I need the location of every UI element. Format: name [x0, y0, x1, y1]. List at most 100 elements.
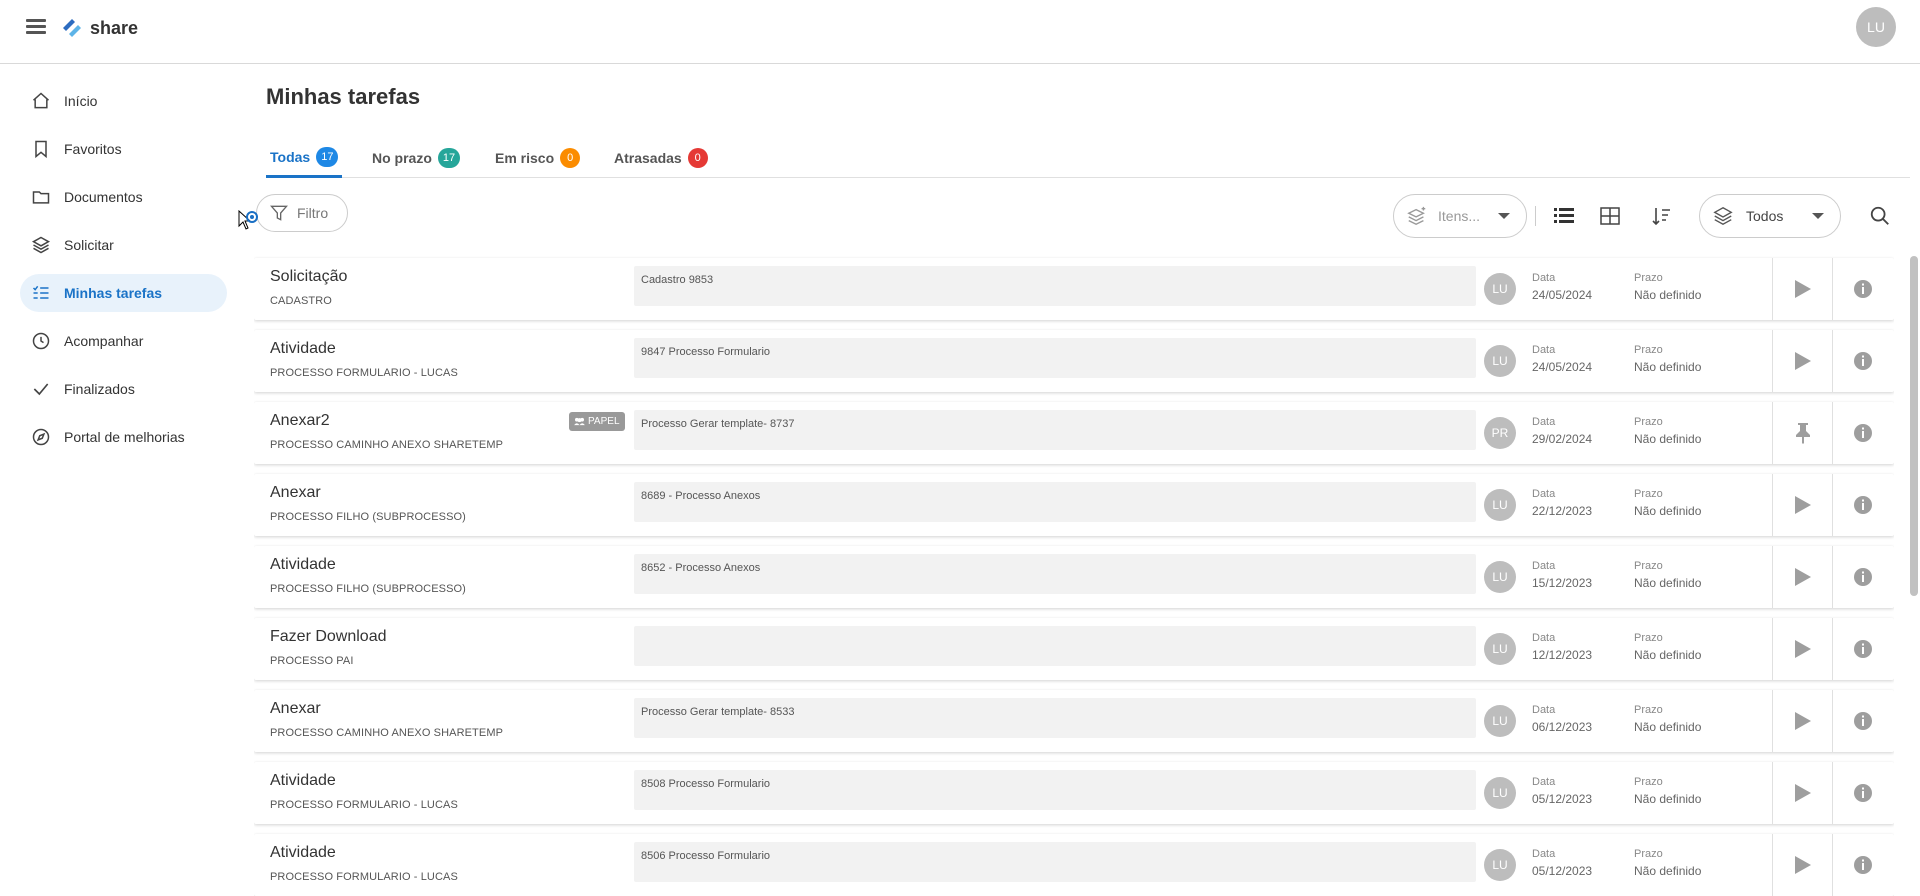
menu-icon[interactable]	[24, 16, 48, 40]
scrollbar[interactable]	[1910, 256, 1918, 596]
sidebar-item-minhas-tarefas[interactable]: Minhas tarefas	[20, 274, 227, 312]
sort-icon[interactable]	[1648, 204, 1674, 228]
info-icon	[1853, 712, 1872, 730]
group-icon	[574, 417, 585, 426]
filter-button[interactable]: Filtro	[256, 194, 348, 232]
play-icon	[1794, 352, 1811, 370]
sidebar-item-label: Minhas tarefas	[64, 285, 163, 301]
assignee-avatar: LU	[1484, 633, 1516, 665]
task-process: PROCESSO FILHO (SUBPROCESSO)	[270, 583, 466, 595]
deadline-value: Não definido	[1634, 432, 1702, 446]
pin-task-button[interactable]	[1772, 402, 1832, 464]
task-info-button[interactable]	[1832, 402, 1892, 464]
task-info-button[interactable]	[1832, 690, 1892, 752]
task-row[interactable]: Solicitação CADASTRO Cadastro 9853 LU Da…	[254, 258, 1894, 320]
task-process: PROCESSO FILHO (SUBPROCESSO)	[270, 511, 466, 523]
task-info-button[interactable]	[1832, 834, 1892, 896]
items-select[interactable]: Itens...	[1393, 194, 1527, 238]
sidebar-item-favoritos[interactable]: Favoritos	[20, 130, 227, 168]
count-badge: 0	[687, 148, 708, 168]
task-row[interactable]: Atividade PROCESSO FORMULARIO - LUCAS 85…	[254, 762, 1894, 824]
app-logo[interactable]: share	[60, 14, 138, 42]
status-tabs: Todas 17 No prazo 17 Em risco 0 Atrasada…	[266, 138, 1910, 178]
scope-select-value: Todos	[1746, 208, 1784, 224]
compass-icon	[30, 426, 52, 448]
task-info-button[interactable]	[1832, 618, 1892, 680]
task-info-button[interactable]	[1832, 474, 1892, 536]
task-row[interactable]: Fazer Download PROCESSO PAI LU Data 12/1…	[254, 618, 1894, 680]
date-value: 12/12/2023	[1532, 648, 1593, 662]
task-list-icon	[30, 282, 52, 304]
task-title: Atividade	[270, 556, 336, 573]
task-description: 8506 Processo Formulario	[634, 842, 1476, 882]
task-row[interactable]: Anexar PROCESSO FILHO (SUBPROCESSO) 8689…	[254, 474, 1894, 536]
page-title: Minhas tarefas	[266, 84, 421, 109]
start-task-button[interactable]	[1772, 474, 1832, 536]
tab-atrasadas[interactable]: Atrasadas 0	[610, 138, 712, 178]
task-description: Cadastro 9853	[634, 266, 1476, 306]
scope-select[interactable]: Todos	[1699, 194, 1841, 238]
play-icon	[1794, 712, 1811, 730]
list-view-icon[interactable]	[1551, 204, 1577, 228]
sidebar-item-acompanhar[interactable]: Acompanhar	[20, 322, 227, 360]
info-icon	[1853, 352, 1872, 370]
tab-em-risco[interactable]: Em risco 0	[491, 138, 584, 178]
task-title: Anexar2	[270, 412, 330, 429]
start-task-button[interactable]	[1772, 258, 1832, 320]
task-row[interactable]: Atividade PROCESSO FORMULARIO - LUCAS 98…	[254, 330, 1894, 392]
start-task-button[interactable]	[1772, 762, 1832, 824]
sidebar-item-label: Favoritos	[64, 141, 122, 157]
deadline-label: Prazo	[1634, 704, 1663, 716]
info-icon	[1853, 856, 1872, 874]
sidebar-item-documentos[interactable]: Documentos	[20, 178, 227, 216]
date-label: Data	[1532, 416, 1556, 428]
filter-icon	[270, 205, 288, 221]
check-icon	[30, 378, 52, 400]
task-info-button[interactable]	[1832, 546, 1892, 608]
sidebar-item-solicitar[interactable]: Solicitar	[20, 226, 227, 264]
sidebar-item-inicio[interactable]: Início	[20, 82, 227, 120]
start-task-button[interactable]	[1772, 330, 1832, 392]
search-icon[interactable]	[1866, 202, 1894, 230]
task-row[interactable]: Atividade PROCESSO FILHO (SUBPROCESSO) 8…	[254, 546, 1894, 608]
sidebar-item-portal-de-melhorias[interactable]: Portal de melhorias	[20, 418, 227, 456]
toolbar-divider	[1535, 206, 1536, 226]
date-label: Data	[1532, 848, 1556, 860]
date-value: 05/12/2023	[1532, 864, 1593, 878]
deadline-label: Prazo	[1634, 344, 1663, 356]
info-icon	[1853, 280, 1872, 298]
start-task-button[interactable]	[1772, 618, 1832, 680]
sidebar-item-label: Solicitar	[64, 237, 114, 253]
task-info-button[interactable]	[1832, 330, 1892, 392]
user-avatar[interactable]: LU	[1856, 7, 1896, 47]
deadline-label: Prazo	[1634, 560, 1663, 572]
tab-no-prazo[interactable]: No prazo 17	[368, 138, 464, 178]
start-task-button[interactable]	[1772, 690, 1832, 752]
play-icon	[1794, 568, 1811, 586]
task-info-button[interactable]	[1832, 258, 1892, 320]
date-value: 05/12/2023	[1532, 792, 1593, 806]
task-row[interactable]: Anexar2 PAPEL PROCESSO CAMINHO ANEXO SHA…	[254, 402, 1894, 464]
count-badge: 0	[560, 148, 581, 168]
pin-icon	[1795, 423, 1810, 444]
sidebar-item-label: Início	[64, 93, 98, 109]
task-info-button[interactable]	[1832, 762, 1892, 824]
task-process: CADASTRO	[270, 295, 332, 307]
deadline-label: Prazo	[1634, 416, 1663, 428]
play-icon	[1794, 784, 1811, 802]
deadline-label: Prazo	[1634, 776, 1663, 788]
tab-todas[interactable]: Todas 17	[266, 138, 343, 178]
start-task-button[interactable]	[1772, 546, 1832, 608]
task-process: PROCESSO PAI	[270, 655, 354, 667]
tab-label: No prazo	[372, 150, 432, 166]
assignee-avatar: LU	[1484, 705, 1516, 737]
sidebar-item-label: Finalizados	[64, 381, 135, 397]
sidebar-item-finalizados[interactable]: Finalizados	[20, 370, 227, 408]
task-row[interactable]: Atividade PROCESSO FORMULARIO - LUCAS 85…	[254, 834, 1894, 896]
task-title: Fazer Download	[270, 628, 387, 645]
task-row[interactable]: Anexar PROCESSO CAMINHO ANEXO SHARETEMP …	[254, 690, 1894, 752]
play-icon	[1794, 280, 1811, 298]
grid-view-icon[interactable]	[1597, 204, 1623, 228]
start-task-button[interactable]	[1772, 834, 1832, 896]
deadline-value: Não definido	[1634, 504, 1702, 518]
